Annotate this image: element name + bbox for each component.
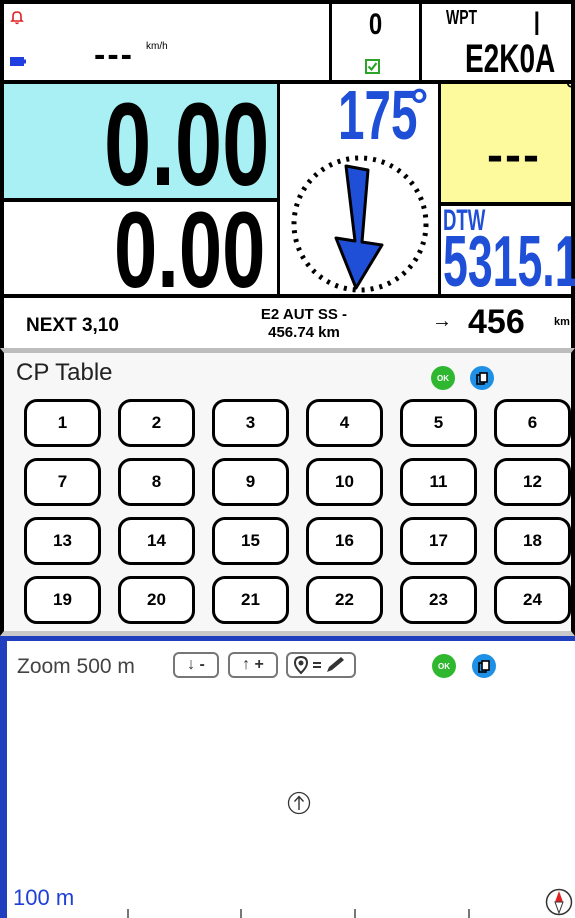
wpt-cell[interactable]: WPT I E2K0A [419,0,575,84]
distance-primary-value: 0.00 [104,79,270,211]
cp-button-13[interactable]: 13 [24,517,101,565]
cp-button-18[interactable]: 18 [494,517,571,565]
scale-tick [468,909,470,918]
wpt-name: E2K0A [465,37,556,81]
wpt-label: WPT [446,7,478,29]
north-arrow-icon[interactable] [287,791,311,815]
dtw-value: 5315.1 [443,222,575,302]
cp-button-7[interactable]: 7 [24,458,101,506]
cp-button-19[interactable]: 19 [24,576,101,624]
cp-button-15[interactable]: 15 [212,517,289,565]
cp-button-2[interactable]: 2 [118,399,195,447]
speed-unit: km/h [146,41,168,52]
checkbox-icon[interactable] [365,59,380,74]
heading-unit: ° [410,79,429,131]
distance-secondary-cell[interactable]: 0.00 [0,196,280,304]
scale-tick [240,909,242,918]
cp-table-panel: CP Table OK 1 2 3 4 5 6 7 8 9 10 11 12 13 14 15 16 17 18 1… [0,348,575,636]
cp-button-9[interactable]: 9 [212,458,289,506]
next-distance: 456 [468,303,525,341]
bearing-value: --- [487,129,541,182]
cp-button-24[interactable]: 24 [494,576,571,624]
next-arrow-icon: → [432,310,452,332]
next-unit: km [554,316,570,328]
speed-cell: --- km/h [0,0,332,84]
cp-button-3[interactable]: 3 [212,399,289,447]
zoom-label: Zoom 500 m [17,655,135,678]
heading-cell: 175 ° [280,79,438,298]
pin-edit-icon [293,655,344,675]
cp-button-21[interactable]: 21 [212,576,289,624]
scale-label: 100 m [13,885,75,910]
cp-button-10[interactable]: 10 [306,458,383,506]
counter-value: 0 [368,8,383,41]
zoom-out-button[interactable]: ↓ - [173,652,219,678]
heading-value: 175 [338,76,418,154]
ok-button-label: OK [437,373,449,383]
cp-button-22[interactable]: 22 [306,576,383,624]
copy-icon [478,659,490,673]
cp-table-title: CP Table [16,359,113,386]
scale-tick [127,909,129,918]
compass-icon[interactable] [545,888,573,916]
dtw-cell[interactable]: DTW 5315.1 [438,204,575,302]
bearing-cell[interactable]: ° --- [438,76,575,206]
map-copy-button[interactable] [472,654,496,678]
next-label: NEXT 3,10 [26,315,119,336]
next-bar[interactable]: NEXT 3,10 E2 AUT SS - 456.74 km → 456 km [0,298,575,350]
bearing-unit: ° [566,76,575,103]
cp-button-16[interactable]: 16 [306,517,383,565]
cp-button-11[interactable]: 11 [400,458,477,506]
distance-primary-cell[interactable]: 0.00 [0,79,280,211]
copy-icon [476,371,488,385]
cp-button-6[interactable]: 6 [494,399,571,447]
battery-icon [10,57,26,66]
ok-button[interactable]: OK [431,366,455,390]
map-ok-button-label: OK [438,661,450,671]
cp-button-17[interactable]: 17 [400,517,477,565]
speed-value: --- [94,36,134,74]
cp-button-23[interactable]: 23 [400,576,477,624]
cp-button-8[interactable]: 8 [118,458,195,506]
bell-icon [10,11,24,25]
cp-button-5[interactable]: 5 [400,399,477,447]
pin-edit-button[interactable] [286,652,356,678]
distance-secondary-value: 0.00 [114,189,266,310]
scale-tick [354,909,356,918]
heading-arrow-icon [291,155,429,293]
cp-button-14[interactable]: 14 [118,517,195,565]
cp-button-1[interactable]: 1 [24,399,101,447]
zoom-in-button[interactable]: ↑ + [228,652,278,678]
map-ok-button[interactable]: OK [432,654,456,678]
copy-button[interactable] [470,366,494,390]
stage-name: E2 AUT SS - [260,306,348,323]
stage-distance: 456.74 km [268,324,340,341]
cp-button-4[interactable]: 4 [306,399,383,447]
stage-info: E2 AUT SS - 456.74 km [234,306,374,342]
cp-button-20[interactable]: 20 [118,576,195,624]
counter-cell: 0 [332,0,419,84]
map-panel[interactable]: Zoom 500 m ↓ - ↑ + OK 100 m [0,636,575,918]
cp-button-12[interactable]: 12 [494,458,571,506]
